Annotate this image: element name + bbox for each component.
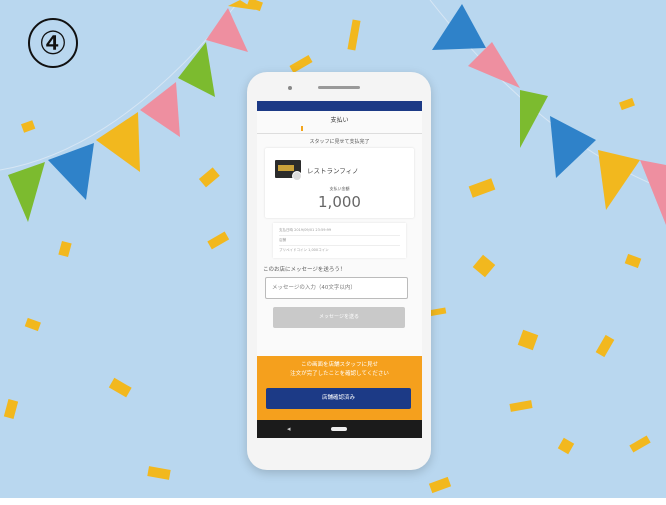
- pennant-pink: [206, 8, 248, 52]
- pennant-green: [520, 90, 548, 148]
- payment-details: 支払日時 2019/09/01 23:59:99 店舗 プリペイドコイン 1,0…: [273, 223, 406, 258]
- detail-coin: プリペイドコイン 1,000コイン: [279, 248, 329, 252]
- detail-divider: [279, 245, 400, 246]
- payment-status-text: スタッフに見せて支払完了: [309, 139, 370, 145]
- detail-divider: [279, 235, 400, 236]
- header-divider: [257, 133, 422, 134]
- pennant-blue: [432, 4, 486, 50]
- camera-icon: [288, 86, 292, 90]
- staff-confirmation-panel: この画面を店舗スタッフに見せ 注文が完了したことを確認してください 店舗確認済み: [257, 356, 422, 420]
- pennant-pink: [640, 160, 666, 225]
- tab-indicator: [301, 126, 303, 131]
- pennant-blue: [550, 116, 596, 178]
- shop-name: レストランフィノ: [307, 167, 359, 175]
- shop-payment-card: レストランフィノ 支払い金額 1,000: [265, 148, 414, 218]
- pennant-pink: [140, 82, 180, 137]
- home-pill-icon[interactable]: [331, 427, 347, 431]
- speaker-icon: [318, 86, 360, 89]
- pennant-yellow: [598, 150, 640, 210]
- page-title: 支払い: [330, 117, 349, 124]
- app-header-bar: [257, 101, 422, 111]
- pennant-green: [8, 162, 45, 222]
- step-number-badge: ④: [28, 18, 78, 68]
- pennant-yellow: [96, 112, 140, 172]
- send-message-button[interactable]: メッセージを送る: [273, 307, 405, 328]
- pennant-pink: [468, 42, 520, 88]
- detail-datetime: 支払日時 2019/09/01 23:59:99: [279, 228, 332, 232]
- logo-mark: [278, 165, 294, 171]
- check-badge-icon: [292, 171, 302, 181]
- confirmation-notice: この画面を店舗スタッフに見せ 注文が完了したことを確認してください: [257, 361, 422, 379]
- detail-store: 店舗: [279, 238, 286, 242]
- shop-logo: [275, 160, 302, 181]
- notice-line: この画面を店舗スタッフに見せ: [300, 362, 378, 368]
- message-prompt: このお店にメッセージを送ろう！: [263, 267, 346, 273]
- system-nav-bar: ◂: [257, 420, 422, 438]
- amount-label: 支払い金額: [329, 186, 350, 191]
- notice-line: 注文が完了したことを確認してください: [290, 371, 389, 377]
- payment-amount: 1,000: [318, 193, 361, 211]
- back-triangle-icon[interactable]: ◂: [287, 425, 291, 433]
- store-confirmed-button[interactable]: 店舗確認済み: [266, 388, 411, 409]
- phone-screen: 支払い スタッフに見せて支払完了 レストランフィノ 支払い金額 1,000 支払…: [257, 101, 422, 438]
- pennant-blue: [48, 143, 94, 200]
- message-input[interactable]: メッセージの入力（40文字以内）: [265, 277, 408, 299]
